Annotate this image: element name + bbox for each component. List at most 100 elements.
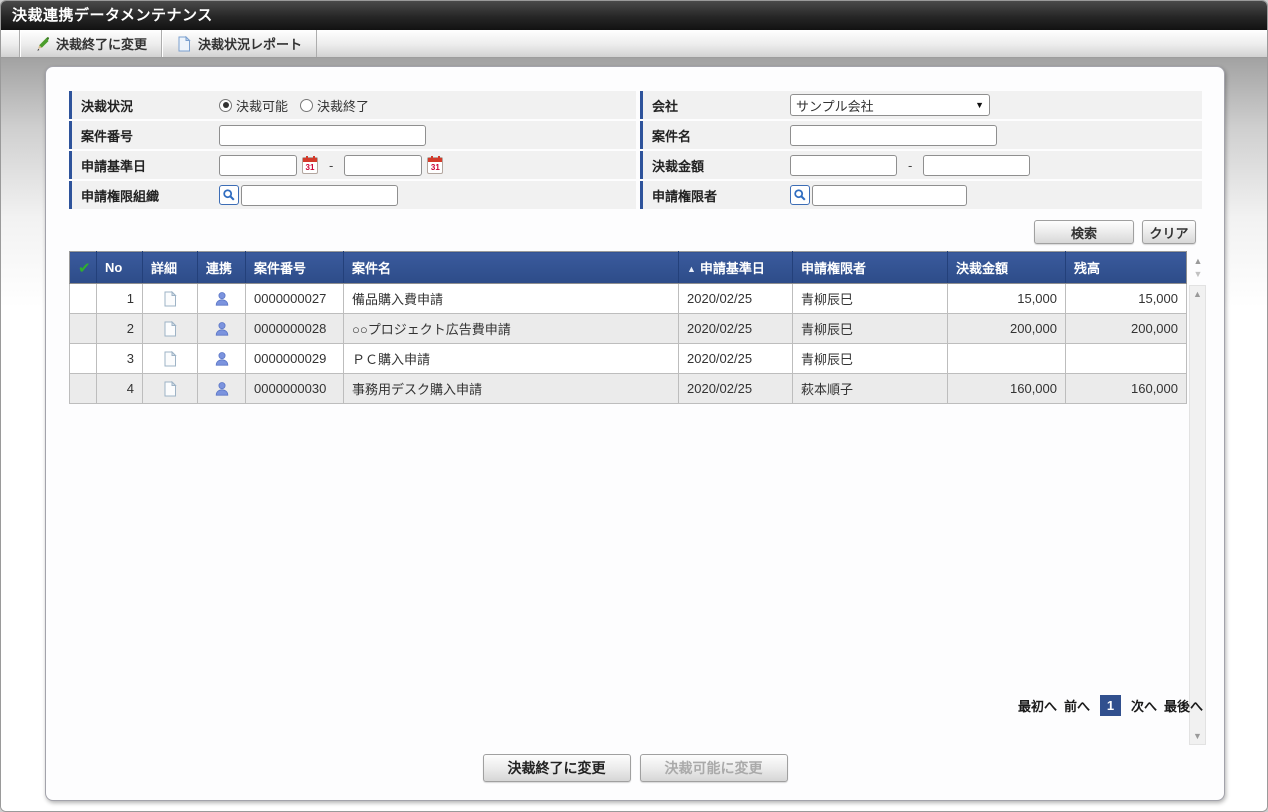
row-case-no: 0000000027 [246,284,344,314]
org-input[interactable] [241,185,398,206]
row-select-cell[interactable] [70,344,97,374]
row-person: 青柳辰巳 [793,284,948,314]
table-row[interactable]: 3 0000000029 ＰＣ購入申請 2020/02/25 青柳辰巳 [70,344,1187,374]
page-title: 決裁連携データメンテナンス [1,1,1267,30]
change-to-available-button[interactable]: 決裁可能に変更 [640,754,788,782]
pagination-last[interactable]: 最後へ [1164,696,1203,715]
row-detail-cell[interactable] [143,314,198,344]
row-no: 2 [97,314,143,344]
row-amount: 15,000 [948,284,1066,314]
form-row-base-date: 申請基準日 31 - 31 [69,151,636,179]
company-label: 会社 [643,96,790,115]
search-form: 決裁状況 決裁可能 決裁終了 会社 サンプル会社 ▼ [69,91,1202,209]
case-no-label: 案件番号 [72,126,219,145]
person-input[interactable] [812,185,967,206]
row-link-cell[interactable] [198,344,246,374]
table-row[interactable]: 1 0000000027 備品購入費申請 2020/02/25 青柳辰巳 15,… [70,284,1187,314]
header-case-name[interactable]: 案件名 [344,252,679,284]
scroll-down-icon[interactable]: ▼ [1193,731,1202,741]
table-scrollbar[interactable]: ▲ ▼ ▲ ▼ [1189,251,1207,745]
row-detail-cell[interactable] [143,284,198,314]
header-amount[interactable]: 決裁金額 [948,252,1066,284]
pagination-current-page: 1 [1100,695,1121,716]
person-search-button[interactable] [790,185,810,205]
scroll-down-icon[interactable]: ▼ [1194,269,1203,279]
header-person[interactable]: 申請権限者 [793,252,948,284]
table-row[interactable]: 4 0000000030 事務用デスク購入申請 2020/02/25 萩本順子 … [70,374,1187,404]
person-icon[interactable] [214,321,230,337]
table-row[interactable]: 2 0000000028 ○○プロジェクト広告費申請 2020/02/25 青柳… [70,314,1187,344]
form-row-case-name: 案件名 [640,121,1202,149]
row-select-cell[interactable] [70,374,97,404]
row-link-cell[interactable] [198,374,246,404]
header-balance[interactable]: 残高 [1066,252,1187,284]
calendar-icon[interactable]: 31 [302,157,318,174]
row-balance: 200,000 [1066,314,1187,344]
clear-button[interactable]: クリア [1142,220,1196,244]
header-link[interactable]: 連携 [198,252,246,284]
base-date-to-input[interactable] [344,155,422,176]
table-header-row: ✔ No 詳細 連携 案件番号 案件名 ▲申請基準日 申請権限者 決裁金額 残高 [70,252,1187,284]
row-detail-cell[interactable] [143,374,198,404]
header-base-date[interactable]: ▲申請基準日 [679,252,793,284]
header-detail[interactable]: 詳細 [143,252,198,284]
scroll-up-icon[interactable]: ▲ [1194,256,1203,266]
amount-to-input[interactable] [923,155,1030,176]
row-case-no: 0000000028 [246,314,344,344]
person-icon[interactable] [214,381,230,397]
amount-from-input[interactable] [790,155,897,176]
document-icon[interactable] [162,291,178,307]
row-amount [948,344,1066,374]
case-name-label: 案件名 [643,126,790,145]
row-link-cell[interactable] [198,284,246,314]
row-select-cell[interactable] [70,284,97,314]
change-to-finished-button[interactable]: 決裁終了に変更 [483,754,631,782]
document-icon[interactable] [162,351,178,367]
company-select[interactable]: サンプル会社 ▼ [790,94,990,116]
search-icon [222,188,236,202]
document-icon[interactable] [162,321,178,337]
toolbar-change-to-finished-label: 決裁終了に変更 [56,34,147,53]
pagination-first[interactable]: 最初へ [1018,696,1057,715]
pagination-prev[interactable]: 前へ [1064,696,1090,715]
row-detail-cell[interactable] [143,344,198,374]
row-link-cell[interactable] [198,314,246,344]
main-panel: 決裁状況 決裁可能 決裁終了 会社 サンプル会社 ▼ [45,66,1225,801]
row-case-name: ＰＣ購入申請 [344,344,679,374]
company-select-value: サンプル会社 [796,96,874,115]
radio-status-finished[interactable] [300,99,313,112]
radio-status-available-label[interactable]: 決裁可能 [236,96,288,115]
row-case-name: ○○プロジェクト広告費申請 [344,314,679,344]
pagination-next[interactable]: 次へ [1131,696,1157,715]
header-case-no[interactable]: 案件番号 [246,252,344,284]
row-select-cell[interactable] [70,314,97,344]
status-label: 決裁状況 [72,96,219,115]
org-search-button[interactable] [219,185,239,205]
scrollbar-track[interactable]: ▲ ▼ [1189,285,1206,745]
scroll-up-icon[interactable]: ▲ [1193,289,1202,299]
document-icon[interactable] [162,381,178,397]
pagination: 最初へ 前へ 1 次へ 最後へ [1018,695,1203,716]
row-amount: 160,000 [948,374,1066,404]
toolbar-status-report-button[interactable]: 決裁状況レポート [161,30,316,57]
person-icon[interactable] [214,291,230,307]
toolbar-change-to-finished-button[interactable]: 決裁終了に変更 [19,30,161,57]
row-balance [1066,344,1187,374]
row-balance: 15,000 [1066,284,1187,314]
radio-status-finished-label[interactable]: 決裁終了 [317,96,369,115]
person-icon[interactable] [214,351,230,367]
search-button[interactable]: 検索 [1034,220,1134,244]
row-person: 青柳辰巳 [793,314,948,344]
select-all-header[interactable]: ✔ [70,252,97,284]
header-no[interactable]: No [97,252,143,284]
base-date-from-input[interactable] [219,155,297,176]
amount-range-dash: - [902,158,918,173]
toolbar: 決裁終了に変更 決裁状況レポート [1,30,1267,58]
case-no-input[interactable] [219,125,426,146]
calendar-icon[interactable]: 31 [427,157,443,174]
radio-status-available[interactable] [219,99,232,112]
form-row-amount: 決裁金額 - [640,151,1202,179]
form-row-org: 申請権限組織 [69,181,636,209]
search-actions: 検索 クリア [1034,220,1196,244]
case-name-input[interactable] [790,125,997,146]
